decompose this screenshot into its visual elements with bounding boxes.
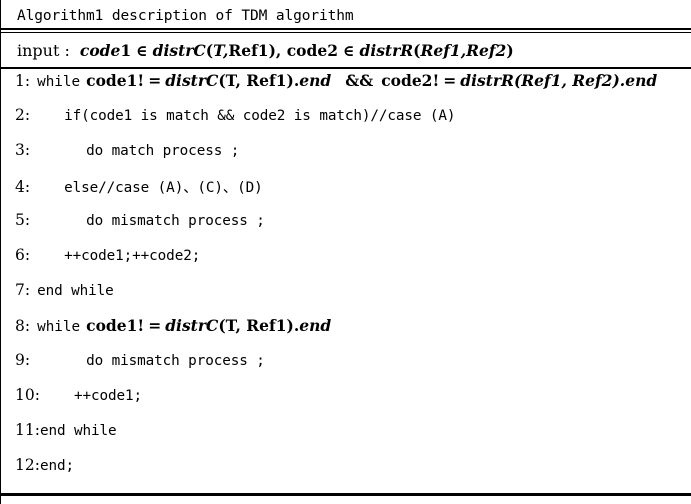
and-operator: && (345, 71, 374, 90)
equals-operator: = (148, 71, 162, 90)
algorithm-line: 7: end while (1, 281, 691, 316)
line-number: 3: (15, 141, 31, 159)
input-var1-index: 1 (120, 41, 132, 60)
line-text: do mismatch process ; (86, 213, 265, 229)
line-number: 10: (15, 386, 40, 404)
input-func2-arg1: Ref (420, 41, 450, 60)
line-number: 11: (15, 421, 40, 439)
algorithm-line: 4: else//case (A)、(C)、(D) (1, 176, 691, 211)
condition-func-a-end: end (299, 71, 332, 90)
input-func1-name: distrC (152, 41, 206, 60)
line-text: else//case (A)、(C)、(D) (64, 180, 263, 196)
line-content: else//case (A)、(C)、(D) (30, 176, 263, 197)
equals-operator: = (148, 316, 162, 335)
algorithm-line: 1: while code1! = distrC(T, Ref1).end && code2… (1, 71, 691, 106)
line-text: if(code1 is match && code2 is match)//ca… (64, 108, 456, 124)
input-func2-name: distrR (359, 41, 414, 60)
input-func1-paren-close: ) (268, 41, 276, 60)
input-label: input : (17, 41, 70, 60)
line-text: do mismatch process ; (86, 353, 265, 369)
line-number: 4: (15, 178, 31, 196)
line-content: if(code1 is match && code2 is match)//ca… (30, 106, 455, 124)
input-func2-paren-open: ( (413, 41, 421, 60)
line-number: 9: (15, 351, 31, 369)
line-content: ++code1;++code2; (30, 246, 200, 264)
page-title: Algorithm1 description of TDM algorithm (17, 8, 354, 24)
line-number: 1: (15, 72, 31, 90)
input-var1-name: code (79, 41, 121, 60)
line-content: end; (40, 456, 74, 474)
line-number: 7: (15, 281, 31, 299)
keyword-while: while (37, 319, 81, 335)
input-func2-arg2: Ref (466, 41, 496, 60)
line-content: ++code1; (40, 386, 142, 404)
input-func2-paren-close: ) (506, 41, 514, 60)
algorithm-line: 11: end while (1, 421, 691, 456)
condition-func-a-args: (T, Ref1). (218, 316, 300, 335)
line-number: 5: (15, 211, 31, 229)
algorithm-title-row: Algorithm1 description of TDM algorithm (1, 0, 691, 28)
line-text: end while (37, 283, 114, 299)
line-content: do mismatch process ; (30, 351, 265, 369)
membership-symbol-2: ∈ (343, 41, 355, 60)
algorithm-line: 6: ++code1;++code2; (1, 246, 691, 281)
line-text: do match process ; (86, 143, 240, 159)
algorithm-line: 8: while code1! = distrC(T, Ref1).end (1, 316, 691, 351)
algorithm-line: 2: if(code1 is match && code2 is match)//… (1, 106, 691, 141)
line-number: 8: (15, 317, 31, 335)
algorithm-line: 9: do mismatch process ; (1, 351, 691, 386)
bottom-rule (1, 493, 691, 496)
membership-symbol: ∈ (136, 41, 148, 60)
algorithm-box: Algorithm1 description of TDM algorithm … (0, 0, 691, 504)
input-var2-name: code (286, 41, 328, 60)
line-number: 12: (15, 456, 40, 474)
line-content: while code1! = distrC(T, Ref1).end && code2! =… (30, 71, 657, 90)
condition-func-b-args: (Ref1, Ref2). (513, 71, 626, 90)
input-func1-paren-open: ( (205, 41, 214, 60)
condition-func-b-end: end (625, 71, 658, 90)
line-content: while code1! = distrC(T, Ref1).end (30, 316, 331, 335)
condition-var-a: code1! (86, 71, 145, 90)
line-number: 6: (15, 246, 31, 264)
condition-func-a: distrC (165, 71, 219, 90)
input-func2-arg1-index: 1 (449, 41, 461, 60)
input-func1-arg2: Ref (228, 41, 258, 60)
line-content: end while (40, 421, 117, 439)
line-text: ++code1;++code2; (64, 248, 201, 264)
algorithm-body: 1: while code1! = distrC(T, Ref1).end && code2… (1, 69, 691, 491)
condition-var-a: code1! (86, 316, 145, 335)
condition-var-b: code2! (381, 71, 440, 90)
line-text: end while (39, 423, 117, 439)
line-number: 2: (15, 106, 31, 124)
keyword-while: while (37, 74, 81, 90)
equals-operator-2: = (443, 71, 457, 90)
line-content: do mismatch process ; (30, 211, 265, 229)
condition-func-a-args: (T, Ref1). (218, 71, 300, 90)
algorithm-input-row: input : code1 ∈ distrC(T,Ref1), code2 ∈ distr… (1, 33, 691, 67)
input-separator: , (275, 41, 287, 60)
input-var2-index: 2 (327, 41, 338, 60)
line-content: end while (30, 281, 114, 299)
line-text: end; (39, 458, 74, 474)
input-func2-arg2-index: 2 (495, 41, 507, 60)
line-text: ++code1; (73, 388, 143, 404)
input-func1-arg2-index: 1 (257, 41, 269, 60)
line-content: do match process ; (30, 141, 239, 159)
condition-func-a: distrC (165, 316, 219, 335)
algorithm-line: 10: ++code1; (1, 386, 691, 421)
condition-func-b: distrR (460, 71, 514, 90)
algorithm-line: 5: do mismatch process ; (1, 211, 691, 246)
algorithm-line: 3: do match process ; (1, 141, 691, 176)
condition-func-a-end: end (299, 316, 332, 335)
title-rule-outer (1, 28, 691, 30)
algorithm-line: 12: end; (1, 456, 691, 491)
input-func1-arg1: T (213, 41, 223, 60)
